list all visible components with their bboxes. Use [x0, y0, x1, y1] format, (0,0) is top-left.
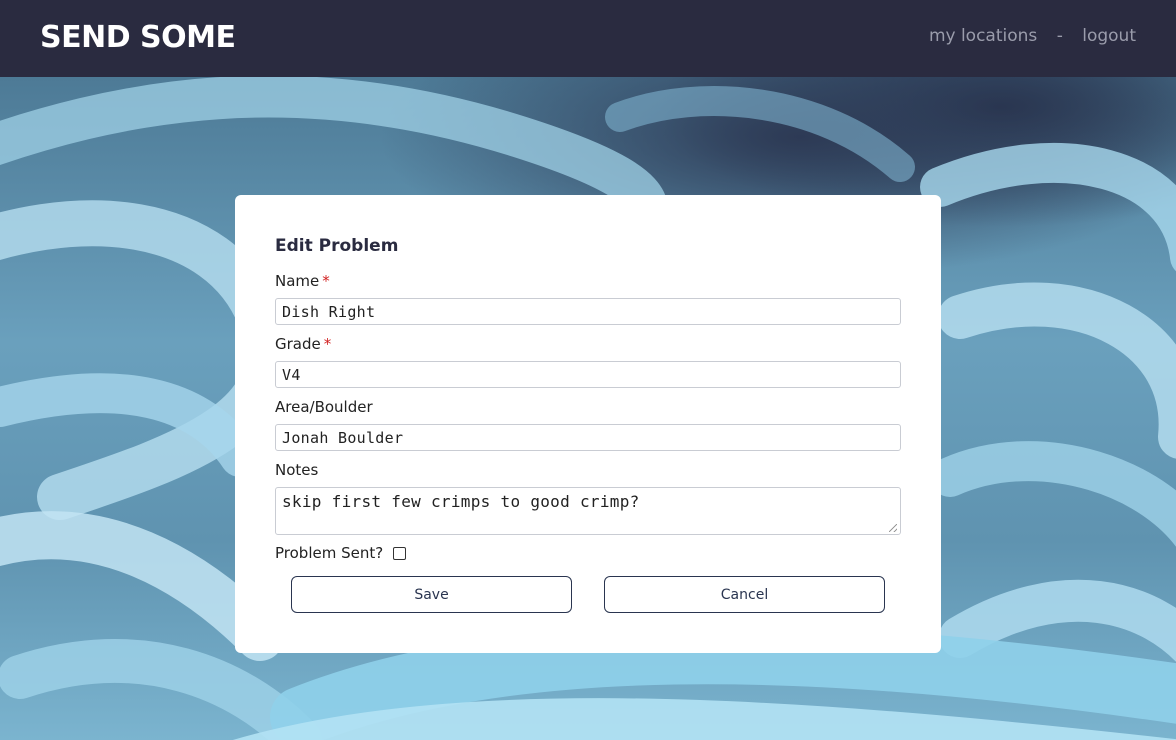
page-title: Edit Problem [275, 236, 399, 256]
notes-value: skip first few crimps to good crimp? [282, 492, 640, 511]
grade-label-text: Grade [275, 335, 321, 353]
required-marker: * [323, 335, 332, 353]
area-label: Area/Boulder [275, 398, 373, 416]
cancel-button[interactable]: Cancel [604, 576, 885, 613]
grade-input[interactable] [275, 361, 901, 388]
problem-sent-row: Problem Sent? [275, 544, 407, 562]
grade-label: Grade * [275, 335, 331, 353]
my-locations-link[interactable]: my locations [929, 26, 1037, 46]
name-label-text: Name [275, 272, 320, 290]
nav-separator: - [1056, 26, 1063, 46]
top-nav: my locations - logout [929, 26, 1136, 46]
resize-grip-icon[interactable] [889, 524, 897, 532]
logout-link[interactable]: logout [1082, 26, 1136, 46]
top-header: SEND SOME my locations - logout [0, 0, 1176, 77]
name-input[interactable] [275, 298, 901, 325]
area-input[interactable] [275, 424, 901, 451]
required-marker: * [322, 272, 330, 290]
problem-sent-label: Problem Sent? [275, 544, 384, 562]
notes-label: Notes [275, 461, 319, 479]
edit-problem-card: Edit Problem Name* Grade* Area/Boulder N… [235, 195, 941, 653]
notes-textarea[interactable]: skip first few crimps to good crimp? [275, 487, 901, 535]
name-label: Name * [275, 272, 330, 290]
problem-sent-checkbox[interactable] [393, 546, 407, 560]
save-button[interactable]: Save [291, 576, 572, 613]
brand-logo[interactable]: SEND SOME [40, 20, 236, 55]
